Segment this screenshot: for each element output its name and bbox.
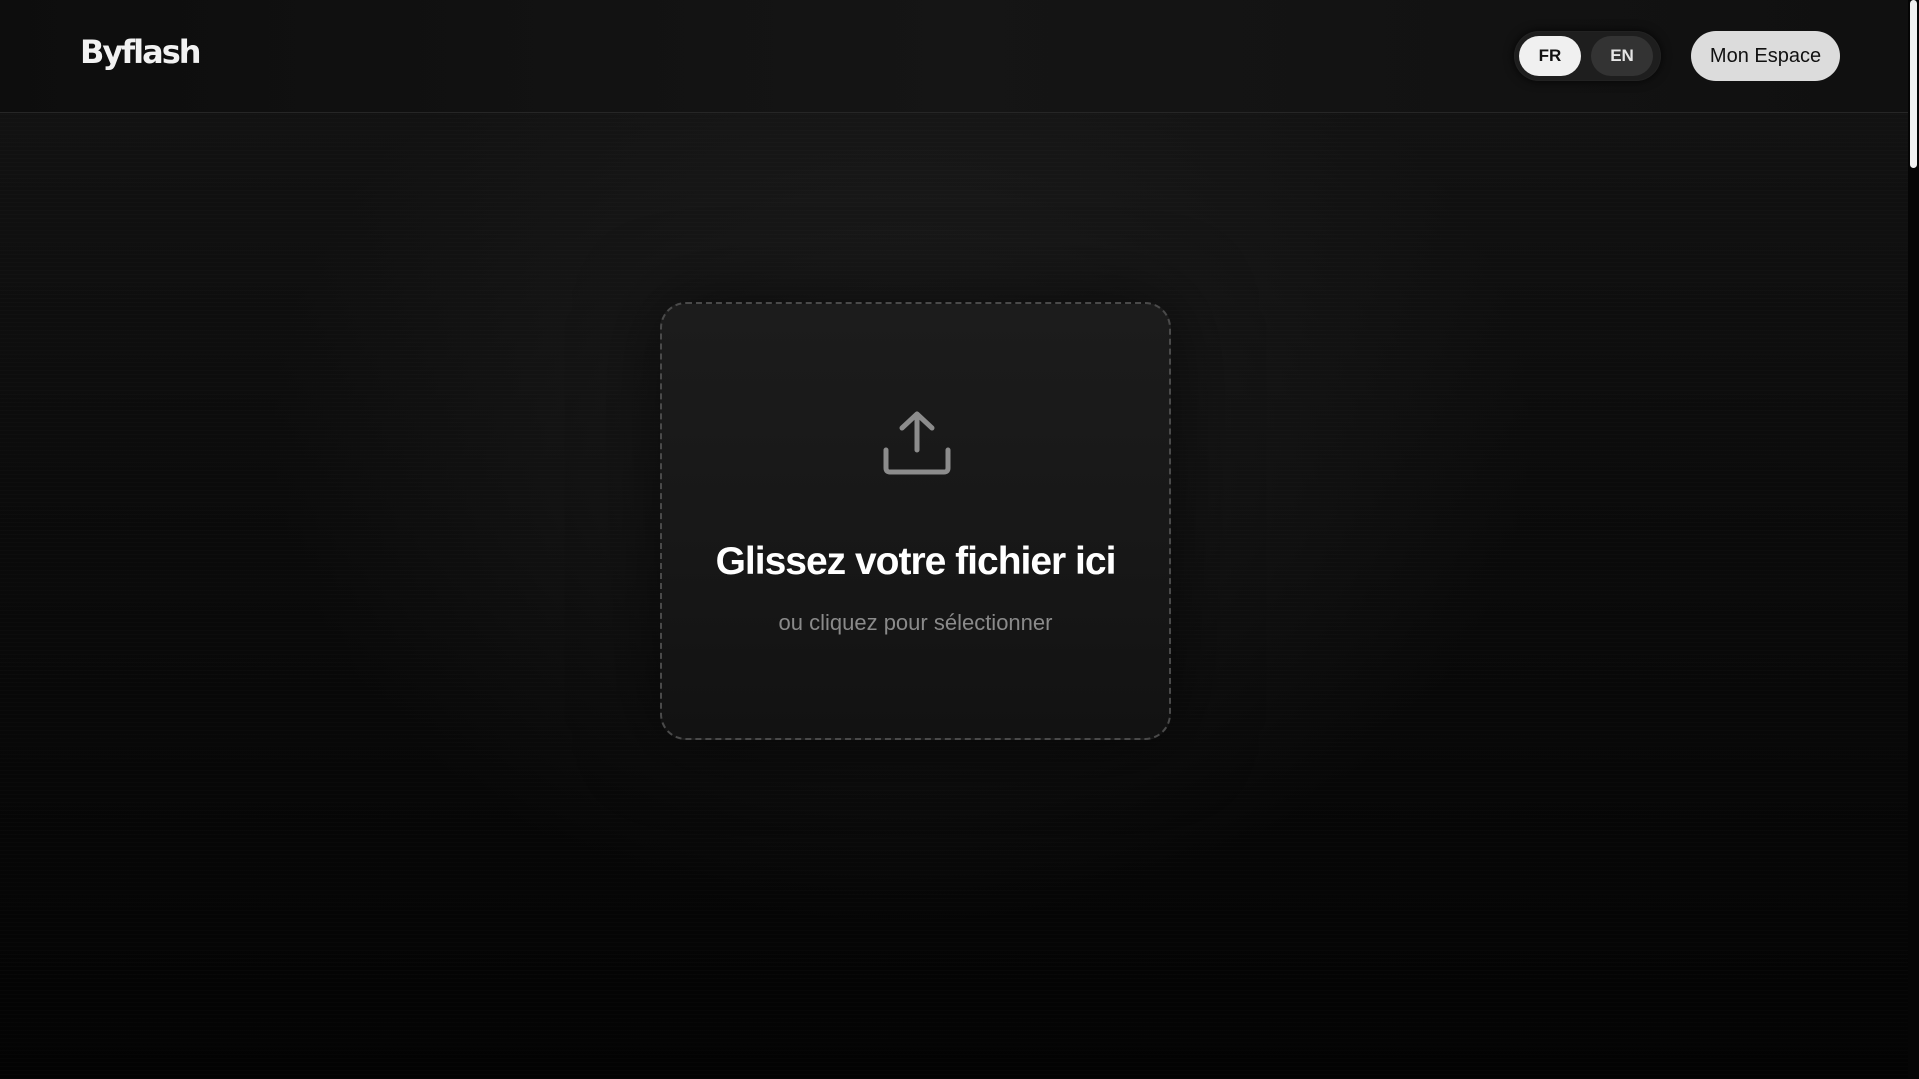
dropzone-subtitle: ou cliquez pour sélectionner: [778, 610, 1053, 635]
upload-icon: [883, 411, 951, 475]
language-switcher: FR EN: [1514, 31, 1661, 81]
file-dropzone[interactable]: Glissez votre fichier ici ou cliquez pou…: [660, 302, 1171, 740]
lang-en-button[interactable]: EN: [1591, 36, 1653, 76]
lang-fr-button[interactable]: FR: [1519, 36, 1581, 76]
top-header: Byflash FR EN Mon Espace: [0, 0, 1908, 113]
scrollbar-thumb[interactable]: [1910, 0, 1917, 168]
page: Byflash FR EN Mon Espace Glissez votre f…: [0, 0, 1919, 1079]
logo[interactable]: Byflash: [80, 36, 202, 68]
mon-espace-button[interactable]: Mon Espace: [1691, 31, 1840, 81]
dropzone-title: Glissez votre fichier ici: [715, 540, 1117, 583]
vertical-scrollbar[interactable]: [1908, 0, 1919, 1079]
